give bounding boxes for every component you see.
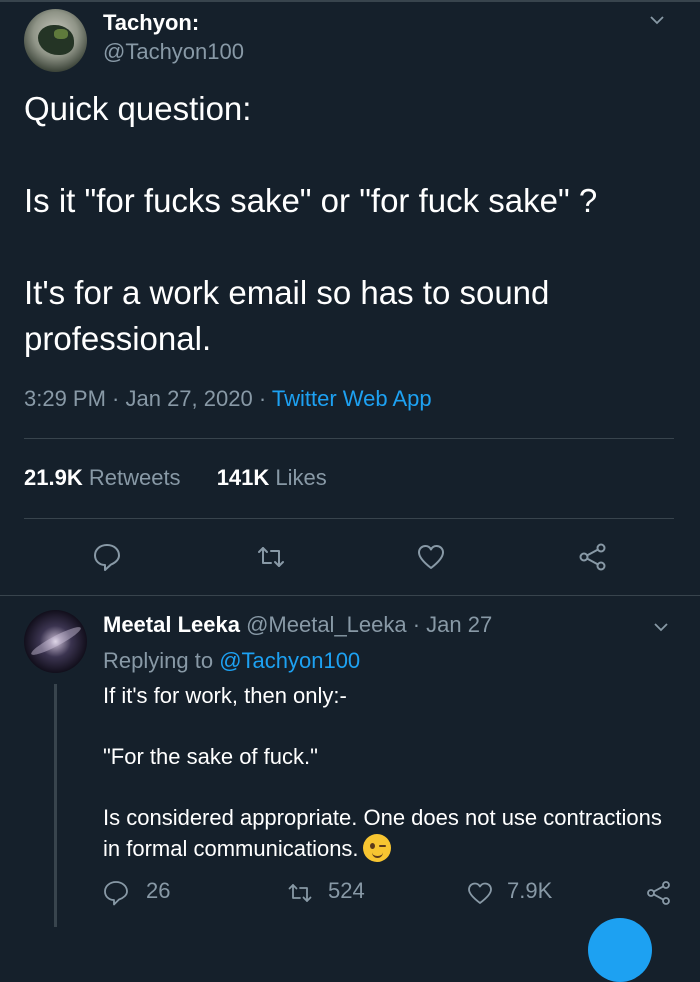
retweets-count: 21.9K xyxy=(24,465,83,490)
retweets-label: Retweets xyxy=(88,465,181,490)
thread-line xyxy=(54,684,57,927)
avatar-galaxy-band xyxy=(28,623,84,659)
retweet-icon[interactable] xyxy=(287,880,313,906)
author-handle[interactable]: @Tachyon100 xyxy=(103,38,244,66)
tweet-line: It's for a work email so has to sound pr… xyxy=(24,274,550,357)
likes-stat[interactable]: 141K Likes xyxy=(217,465,327,490)
reply-line-wrap: Is considered appropriate. One does not … xyxy=(103,802,663,864)
retweet-count: 524 xyxy=(328,878,365,903)
section-divider xyxy=(0,595,700,596)
likes-label: Likes xyxy=(275,465,327,490)
share-icon[interactable] xyxy=(646,880,672,906)
reply-line: "For the sake of fuck." xyxy=(103,744,318,769)
tweet-stats: 21.9K Retweets 141K Likes xyxy=(24,463,327,493)
compose-button[interactable] xyxy=(588,918,652,982)
share-icon[interactable] xyxy=(578,542,608,572)
like-count: 7.9K xyxy=(507,878,553,903)
retweet-icon[interactable] xyxy=(256,542,286,572)
tweet-timestamp[interactable]: 3:29 PM · Jan 27, 2020 · xyxy=(24,386,272,411)
tweet-line: Quick question: xyxy=(24,90,252,127)
reply-author-name[interactable]: Meetal Leeka xyxy=(103,612,240,637)
tweet-line: Is it "for fucks sake" or "for fuck sake… xyxy=(24,182,598,219)
reply-handle-date[interactable]: @Meetal_Leeka · Jan 27 xyxy=(240,612,492,637)
like-icon[interactable] xyxy=(416,542,446,572)
winking-face-emoji-icon xyxy=(362,834,391,862)
avatar-detail xyxy=(54,29,68,39)
tweet-text: Quick question: Is it "for fucks sake" o… xyxy=(24,86,674,362)
reply-text: If it's for work, then only:- "For the s… xyxy=(103,680,663,864)
tweet-source-link[interactable]: Twitter Web App xyxy=(272,386,432,411)
tweet-meta: 3:29 PM · Jan 27, 2020 · Twitter Web App xyxy=(24,384,432,414)
likes-count: 141K xyxy=(216,465,270,490)
reply-icon[interactable] xyxy=(92,542,122,572)
replying-to: Replying to @Tachyon100 xyxy=(103,646,360,676)
replying-to-link[interactable]: @Tachyon100 xyxy=(219,648,360,673)
author-name[interactable]: Tachyon: xyxy=(103,9,199,37)
top-divider xyxy=(0,0,700,2)
reply-line: If it's for work, then only:- xyxy=(103,683,347,708)
replying-prefix: Replying to xyxy=(103,648,220,673)
reply-icon[interactable] xyxy=(103,880,129,906)
retweets-stat[interactable]: 21.9K Retweets xyxy=(24,465,181,490)
reply-header: Meetal Leeka @Meetal_Leeka · Jan 27 xyxy=(103,610,492,640)
divider xyxy=(24,438,674,439)
reply-count: 26 xyxy=(146,878,171,903)
chevron-down-icon[interactable] xyxy=(650,13,664,27)
reply-avatar[interactable] xyxy=(24,610,87,673)
divider xyxy=(24,518,674,519)
chevron-down-icon[interactable] xyxy=(654,620,668,634)
like-icon[interactable] xyxy=(467,880,493,906)
avatar[interactable] xyxy=(24,9,87,72)
